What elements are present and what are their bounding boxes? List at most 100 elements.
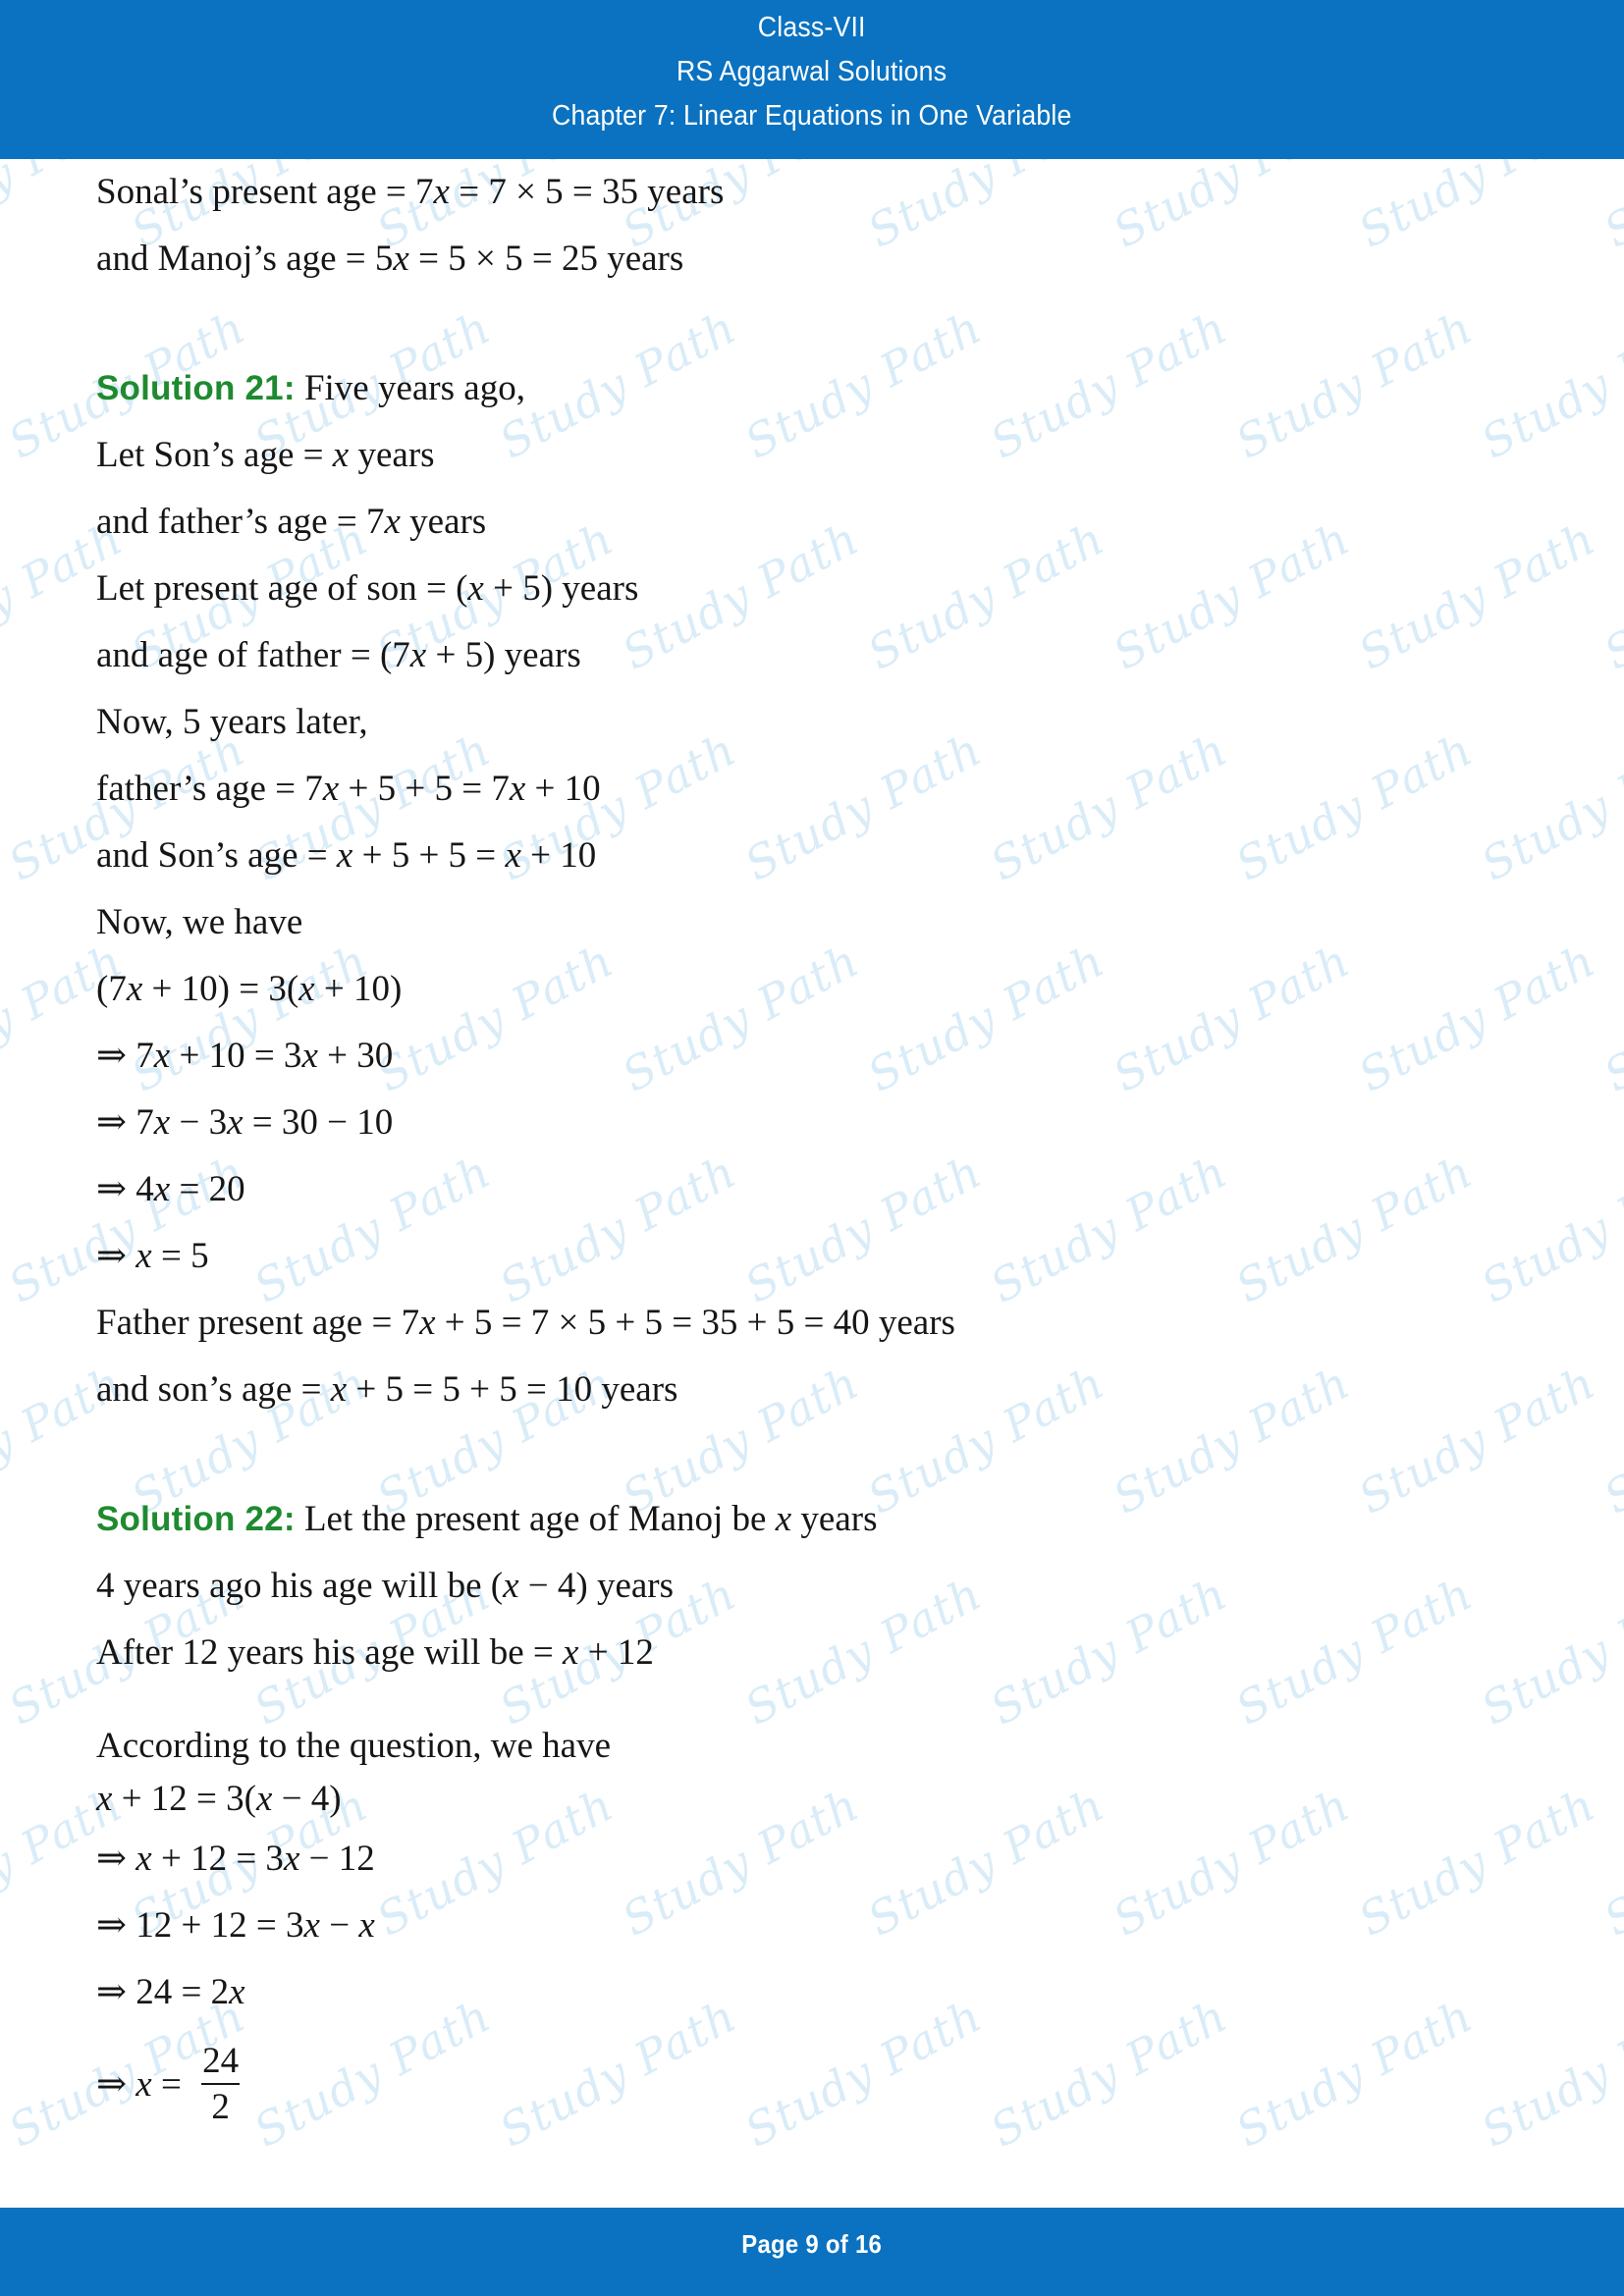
text-line-present-father: and age of father = (7x + 5) years bbox=[96, 622, 1624, 689]
equation-step-2-21: ⇒ 7x − 3x = 30 − 10 bbox=[96, 1090, 1624, 1156]
line-text: Let the present age of Manoj be bbox=[295, 1499, 776, 1539]
line-text: Let Son’s age = bbox=[96, 435, 333, 475]
solution-21-label: Solution 21: bbox=[96, 369, 296, 407]
header-book-line: RS Aggarwal Solutions bbox=[677, 56, 947, 87]
variable-x: x bbox=[153, 1036, 171, 1076]
line-text: ⇒ bbox=[96, 1236, 136, 1276]
equation-result-21: ⇒ x = 5 bbox=[96, 1223, 1624, 1290]
line-text: ⇒ 24 = 2 bbox=[96, 1972, 230, 2012]
text-line-father-present-age: Father present age = 7x + 5 = 7 × 5 + 5 … bbox=[96, 1290, 1624, 1357]
line-text: + 10) bbox=[314, 969, 403, 1009]
line-text: = 5 bbox=[151, 1236, 209, 1276]
variable-x: x bbox=[153, 1169, 171, 1209]
line-text: years bbox=[349, 435, 435, 475]
line-text: and father’s age = 7 bbox=[96, 502, 385, 542]
line-text: − bbox=[319, 1905, 359, 1946]
variable-x: x bbox=[467, 568, 484, 609]
line-text: ⇒ 4 bbox=[96, 1169, 154, 1209]
equation-step-3-22: ⇒ 24 = 2x bbox=[96, 1959, 1624, 2026]
document-page: Study PathStudy PathStudy PathStudy Path… bbox=[0, 0, 1624, 2296]
line-text: = bbox=[151, 2064, 191, 2105]
variable-x: x bbox=[393, 239, 409, 279]
fraction-numerator: 24 bbox=[202, 2040, 240, 2081]
variable-x: x bbox=[509, 769, 526, 809]
line-text: + 10) = 3( bbox=[142, 969, 299, 1009]
variable-x: x bbox=[505, 835, 521, 876]
line-text: father’s age = 7 bbox=[96, 769, 323, 809]
line-text: + 5 = 7 × 5 + 5 = 35 + 5 = 40 years bbox=[435, 1303, 955, 1343]
line-text: + 5 + 5 = 7 bbox=[339, 769, 510, 809]
page-header: Class-VII RS Aggarwal Solutions Chapter … bbox=[0, 0, 1624, 159]
equation-father-age-later: father’s age = 7x + 5 + 5 = 7x + 10 bbox=[96, 756, 1624, 823]
variable-x: x bbox=[126, 969, 143, 1009]
line-text: + 12 bbox=[578, 1632, 654, 1673]
line-text: = 5 × 5 = 25 years bbox=[408, 239, 684, 279]
line-text: Sonal’s present age = 7 bbox=[96, 172, 434, 212]
line-text: ⇒ 7 bbox=[96, 1036, 154, 1076]
line-text: years bbox=[400, 502, 487, 542]
variable-x: x bbox=[227, 1102, 244, 1143]
line-text: = 7 × 5 = 35 years bbox=[449, 172, 725, 212]
equation-step-1-21: ⇒ 7x + 10 = 3x + 30 bbox=[96, 1023, 1624, 1090]
page-content: Sonal’s present age = 7x = 7 × 5 = 35 ye… bbox=[0, 159, 1624, 2144]
variable-x: x bbox=[503, 1566, 519, 1606]
equation-step-3-21: ⇒ 4x = 20 bbox=[96, 1156, 1624, 1223]
variable-x: x bbox=[283, 1839, 300, 1879]
text-line-son-present-age: and son’s age = x + 5 = 5 + 5 = 10 years bbox=[96, 1357, 1624, 1423]
text-line-father-age: and father’s age = 7x years bbox=[96, 489, 1624, 556]
line-text: + 5) years bbox=[483, 568, 639, 609]
variable-x: x bbox=[301, 1036, 318, 1076]
variable-x: x bbox=[336, 835, 353, 876]
variable-x: x bbox=[135, 1839, 152, 1879]
variable-x: x bbox=[229, 1972, 245, 2012]
equation-step-2-22: ⇒ 12 + 12 = 3x − x bbox=[96, 1893, 1624, 1959]
line-text: and Son’s age = bbox=[96, 835, 337, 876]
line-text: − 4) years bbox=[518, 1566, 675, 1606]
variable-x: x bbox=[563, 1632, 579, 1673]
line-text: + 10 bbox=[520, 835, 597, 876]
text-line-five-years-later: Now, 5 years later, bbox=[96, 702, 368, 742]
page-number-label: Page 9 of 16 bbox=[741, 2229, 883, 2259]
variable-x: x bbox=[419, 1303, 436, 1343]
line-text: + 12 = 3( bbox=[112, 1779, 256, 1819]
line-text: ⇒ bbox=[96, 2064, 136, 2105]
text-line-four-years-ago: 4 years ago his age will be (x − 4) year… bbox=[96, 1553, 1624, 1620]
text-line-after-twelve-years: After 12 years his age will be = x + 12 bbox=[96, 1620, 1624, 1686]
variable-x: x bbox=[384, 502, 401, 542]
line-text: and Manoj’s age = 5 bbox=[96, 239, 394, 279]
line-text: ⇒ bbox=[96, 1839, 136, 1879]
equation-result-22: ⇒ x = 24 2 bbox=[96, 2026, 1624, 2144]
variable-x: x bbox=[433, 172, 450, 212]
text-line-sonal-age: Sonal’s present age = 7x = 7 × 5 = 35 ye… bbox=[96, 159, 1624, 226]
variable-x: x bbox=[322, 769, 340, 809]
variable-x: x bbox=[96, 1779, 113, 1819]
line-text: 4 years ago his age will be ( bbox=[96, 1566, 504, 1606]
line-text: + 30 bbox=[317, 1036, 394, 1076]
fraction-denominator: 2 bbox=[201, 2082, 240, 2125]
variable-x: x bbox=[135, 1236, 152, 1276]
variable-x: x bbox=[409, 635, 427, 675]
line-text: + 5 + 5 = bbox=[352, 835, 506, 876]
line-text: Five years ago, bbox=[295, 368, 525, 408]
line-text: + 10 bbox=[525, 769, 601, 809]
line-text: years bbox=[791, 1499, 878, 1539]
equation-main-22: x + 12 = 3(x − 4) bbox=[96, 1773, 1624, 1826]
line-text: + 12 = 3 bbox=[151, 1839, 284, 1879]
line-text: = 20 bbox=[170, 1169, 245, 1209]
fraction-24-over-2: 24 2 bbox=[192, 2043, 248, 2125]
solution-21-heading-line: Solution 21: Five years ago, bbox=[96, 355, 1624, 422]
line-text: − 12 bbox=[299, 1839, 375, 1879]
line-text: ⇒ 7 bbox=[96, 1102, 154, 1143]
line-text: After 12 years his age will be = bbox=[96, 1632, 564, 1673]
variable-x: x bbox=[153, 1102, 171, 1143]
line-text: + 10 = 3 bbox=[170, 1036, 302, 1076]
line-text: ⇒ 12 + 12 = 3 bbox=[96, 1905, 304, 1946]
variable-x: x bbox=[332, 435, 350, 475]
variable-x: x bbox=[298, 969, 315, 1009]
line-text: Father present age = 7 bbox=[96, 1303, 420, 1343]
line-text: and son’s age = bbox=[96, 1369, 331, 1410]
page-footer: Page 9 of 16 bbox=[0, 2208, 1624, 2296]
